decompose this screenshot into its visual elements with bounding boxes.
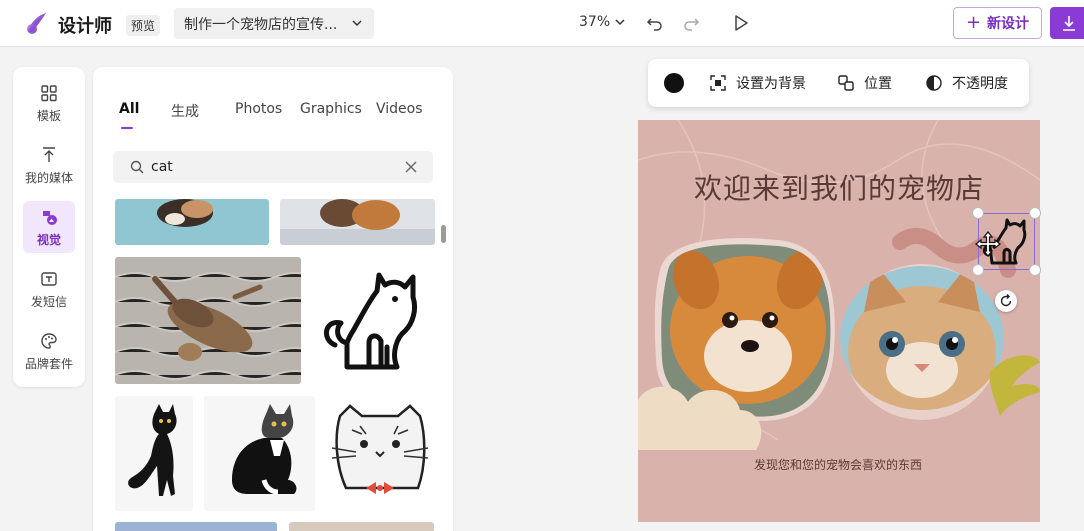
opacity-label: 不透明度 (952, 76, 1008, 92)
result-graphic-black-cat[interactable] (115, 396, 193, 511)
position-icon (838, 75, 854, 91)
visuals-panel: All 生成 Photos Graphics Videos (93, 67, 453, 531)
resize-handle-top-left[interactable] (972, 207, 984, 219)
rail-item-text[interactable]: 发短信 (23, 263, 75, 315)
tab-all[interactable]: All (119, 101, 139, 117)
rotate-handle[interactable] (995, 290, 1017, 312)
move-cursor-icon (975, 231, 1001, 257)
rail-label: 发短信 (30, 294, 67, 309)
text-icon (41, 271, 57, 286)
rail-label: 我的媒体 (24, 170, 73, 185)
new-design-label: 新设计 (987, 16, 1030, 32)
result-photo-partial-2[interactable] (289, 522, 434, 531)
rail-label: 品牌套件 (24, 356, 73, 371)
template-grid-icon (41, 84, 57, 101)
download-icon (1063, 16, 1075, 31)
rail-label: 视觉 (36, 232, 61, 247)
canvas-title[interactable]: 欢迎来到我们的宠物店 (638, 167, 1040, 207)
result-graphic-tuxedo-cat[interactable] (204, 396, 315, 511)
results-scrollbar[interactable] (441, 225, 446, 243)
result-photo-cat-blue[interactable] (115, 199, 269, 245)
resize-handle-bottom-right[interactable] (1029, 264, 1041, 276)
result-graphic-doodle-cat[interactable] (326, 396, 434, 511)
rail-item-my-media[interactable]: 我的媒体 (23, 139, 75, 191)
play-icon[interactable] (731, 13, 751, 33)
upload-icon (43, 146, 55, 162)
resize-handle-top-right[interactable] (1029, 207, 1041, 219)
canvas-subtitle[interactable]: 发现您和您的宠物会喜欢的东西 (638, 456, 1038, 473)
design-canvas[interactable]: 欢迎来到我们的宠物店 发现您和您的宠物会喜欢的东西 (638, 120, 1040, 522)
palette-icon (41, 332, 57, 349)
search-input[interactable] (151, 156, 391, 178)
tab-generate[interactable]: 生成 (171, 101, 199, 121)
position-button[interactable]: 位置 (836, 59, 892, 107)
visual-shapes-icon (43, 210, 57, 225)
element-toolbar: 设置为背景 位置 不透明度 (648, 59, 1029, 107)
search-box (113, 151, 433, 183)
top-bar: 设计师 预览 制作一个宠物店的宣传... 37% + 新设计 (0, 0, 1084, 47)
set-as-background-button[interactable]: 设置为背景 (708, 59, 806, 107)
result-graphic-sitting-cat-outline[interactable] (313, 257, 433, 384)
result-photo-cat-dog[interactable] (280, 199, 435, 245)
designer-logo-icon[interactable] (24, 10, 50, 36)
preview-badge: 预览 (126, 15, 161, 36)
tab-videos[interactable]: Videos (376, 101, 423, 117)
set-as-background-label: 设置为背景 (736, 76, 806, 92)
rotate-icon (1000, 294, 1012, 307)
opacity-button[interactable]: 不透明度 (924, 59, 1008, 107)
search-icon (130, 160, 144, 174)
zoom-level[interactable]: 37% (579, 14, 610, 30)
left-rail: 模板 我的媒体 视觉 发短信 品牌套件 (13, 67, 85, 387)
new-design-button[interactable]: + 新设计 (953, 7, 1042, 39)
position-label: 位置 (864, 76, 892, 92)
document-title-dropdown[interactable]: 制作一个宠物店的宣传... (174, 8, 374, 39)
set-background-icon (710, 75, 726, 91)
rail-item-templates[interactable]: 模板 (23, 77, 75, 129)
rail-item-brand-kit[interactable]: 品牌套件 (23, 325, 75, 377)
document-title: 制作一个宠物店的宣传... (184, 16, 338, 33)
result-photo-cat-rug[interactable] (115, 257, 301, 384)
app-title: 设计师 (58, 16, 112, 37)
zoom-chevron-down-icon[interactable] (614, 16, 626, 28)
color-swatch-button[interactable] (664, 73, 684, 93)
tab-photos[interactable]: Photos (235, 101, 282, 117)
active-tab-indicator (121, 127, 133, 129)
opacity-icon (926, 75, 942, 91)
undo-icon[interactable] (645, 13, 665, 33)
chevron-down-icon (352, 20, 362, 27)
clear-search-icon[interactable] (403, 159, 419, 175)
download-button[interactable] (1050, 7, 1084, 39)
rail-label: 模板 (36, 108, 61, 123)
rail-item-visuals[interactable]: 视觉 (23, 201, 75, 253)
tab-graphics[interactable]: Graphics (300, 101, 362, 117)
redo-icon[interactable] (681, 13, 701, 33)
plus-icon: + (965, 12, 982, 33)
resize-handle-bottom-left[interactable] (972, 264, 984, 276)
result-photo-partial-1[interactable] (115, 522, 277, 531)
